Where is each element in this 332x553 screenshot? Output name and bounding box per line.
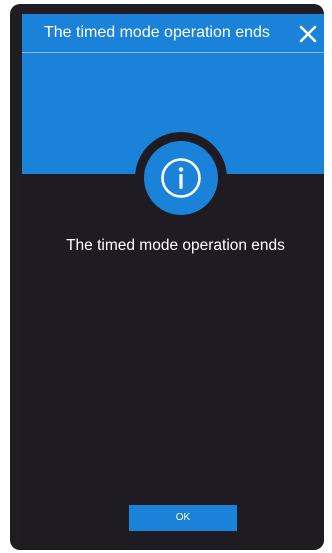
- ok-button[interactable]: OK: [129, 505, 237, 531]
- info-icon-badge: [135, 132, 227, 224]
- dialog-title: The timed mode operation ends: [44, 24, 270, 41]
- close-button[interactable]: [297, 23, 319, 45]
- device-frame: The timed mode operation ends The timed …: [10, 4, 324, 550]
- dialog-title-bar: The timed mode operation ends: [22, 14, 324, 53]
- info-icon: [161, 158, 201, 198]
- close-icon: [299, 25, 317, 43]
- dialog-message: The timed mode operation ends: [66, 237, 285, 254]
- dialog-screen: The timed mode operation ends The timed …: [22, 14, 324, 545]
- info-icon-circle: [144, 141, 218, 215]
